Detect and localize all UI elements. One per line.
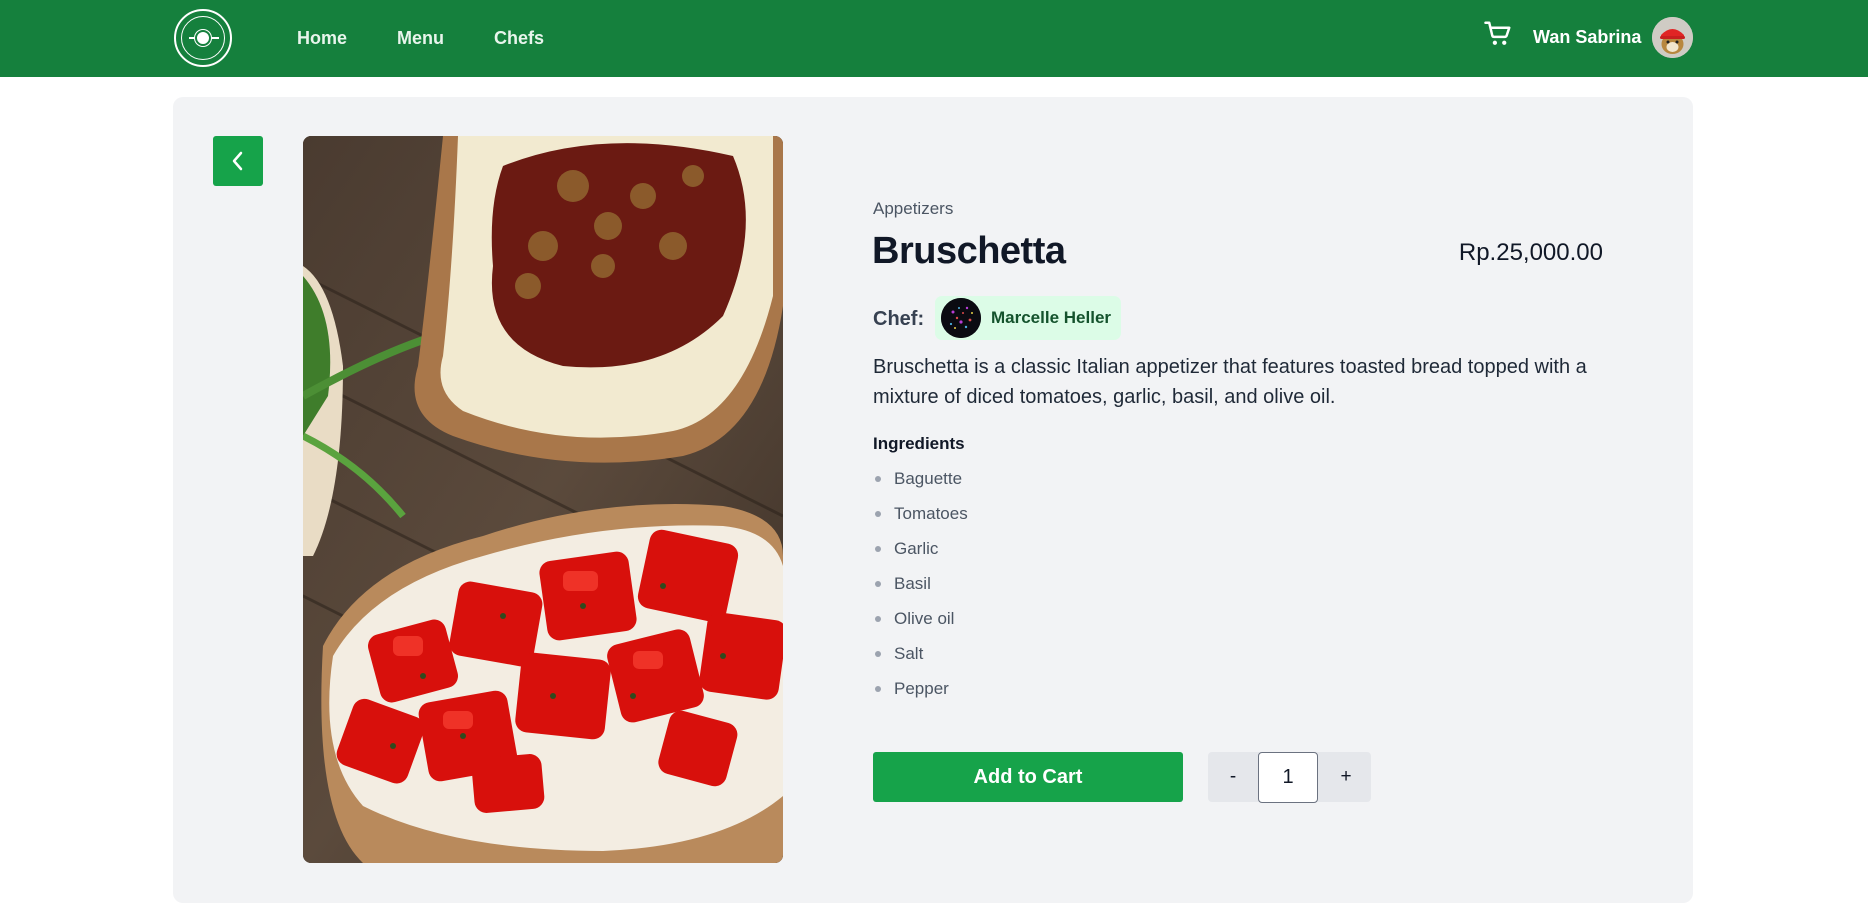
- chef-name: Marcelle Heller: [991, 308, 1112, 327]
- decrease-quantity-button[interactable]: -: [1208, 752, 1258, 802]
- top-navbar: Home Menu Chefs Wan Sabrina: [0, 0, 1868, 77]
- increase-quantity-button[interactable]: +: [1321, 752, 1371, 802]
- nav-menu-link[interactable]: Menu: [397, 28, 444, 49]
- chevron-left-icon: [232, 151, 243, 171]
- chef-avatar: [941, 298, 981, 338]
- product-category: Appetizers: [873, 199, 954, 218]
- add-to-cart-button[interactable]: Add to Cart: [873, 752, 1183, 802]
- user-name[interactable]: Wan Sabrina: [1533, 27, 1641, 48]
- ingredient-item: Pepper: [873, 671, 968, 706]
- product-image: [303, 136, 783, 863]
- ingredient-item: Garlic: [873, 531, 968, 566]
- main-nav: Home Menu Chefs: [297, 0, 544, 77]
- product-description: Bruschetta is a classic Italian appetize…: [873, 356, 1587, 408]
- product-price: Rp.25,000.00: [1458, 239, 1603, 266]
- quantity-stepper: - +: [1208, 752, 1371, 803]
- ingredient-item: Salt: [873, 636, 968, 671]
- ingredient-item: Tomatoes: [873, 496, 968, 531]
- ingredient-item: Olive oil: [873, 601, 968, 636]
- user-avatar[interactable]: [1652, 17, 1693, 58]
- nav-home-link[interactable]: Home: [297, 28, 347, 49]
- ingredient-item: Baguette: [873, 461, 968, 496]
- ingredient-item: Basil: [873, 566, 968, 601]
- chef-link[interactable]: Marcelle Heller: [935, 296, 1122, 340]
- cart-icon[interactable]: [1483, 19, 1513, 49]
- restaurant-logo[interactable]: [174, 9, 232, 67]
- ingredients-list: Baguette Tomatoes Garlic Basil Olive oil…: [873, 461, 968, 706]
- quantity-input[interactable]: [1258, 752, 1318, 803]
- chef-label: Chef:: [873, 308, 925, 330]
- back-button[interactable]: [213, 136, 263, 186]
- logo-emblem: [181, 16, 225, 60]
- product-title: Bruschetta: [872, 230, 1066, 272]
- ingredients-heading: Ingredients: [873, 434, 965, 453]
- nav-chefs-link[interactable]: Chefs: [494, 28, 544, 49]
